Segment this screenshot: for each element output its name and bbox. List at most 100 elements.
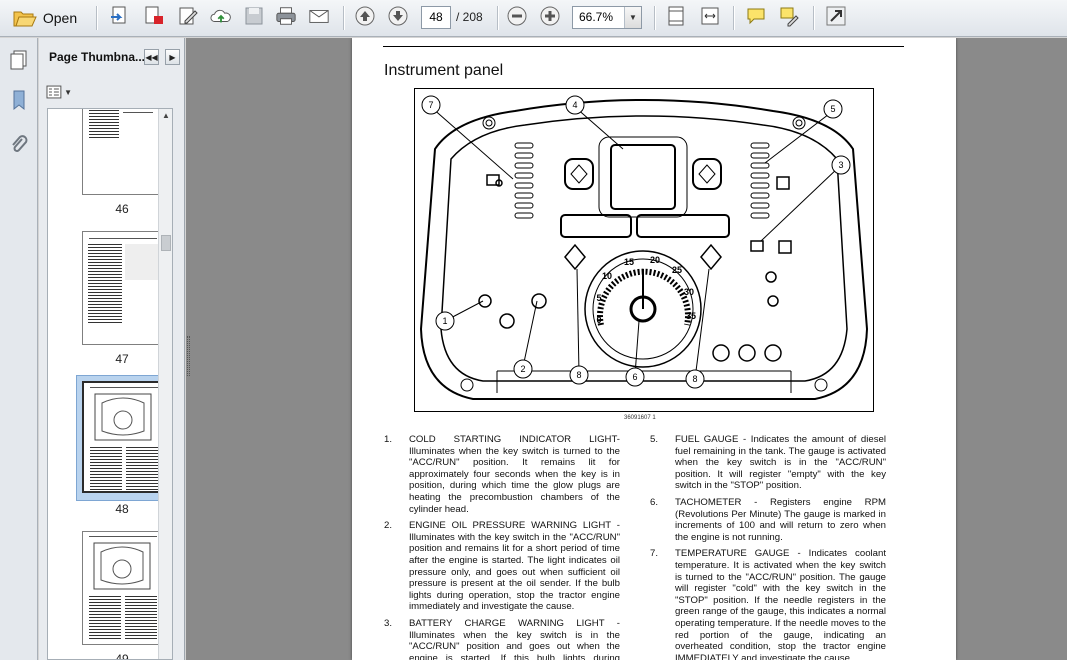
collapse-panel-button[interactable]: ◀◀ [144, 49, 159, 65]
upload-cloud-icon [210, 9, 231, 23]
create-pdf-icon [111, 6, 126, 24]
callout-2: 2 [520, 364, 525, 374]
panel-resize-handle[interactable] [187, 336, 190, 376]
thumbnail-scrollbar[interactable]: ▲ [158, 109, 172, 659]
print-icon [276, 7, 296, 25]
expand-icon [826, 6, 846, 26]
upload-cloud-button[interactable] [210, 5, 232, 27]
navigation-rail [0, 38, 38, 660]
zoom-in-button[interactable] [539, 5, 561, 27]
callout-1: 1 [442, 316, 447, 326]
pdf-viewer-window: Open 48 / 208 66.7% ▼ Page Thumbna... ◀◀… [0, 0, 1067, 660]
fit-width-button[interactable] [699, 5, 721, 27]
thumbnail-label: 48 [115, 502, 129, 516]
callout-8a: 8 [576, 370, 581, 380]
save-button[interactable] [243, 5, 265, 27]
page-number-input[interactable]: 48 [421, 6, 451, 29]
description-item-5: 5. FUEL GAUGE - Indicates the amount of d… [650, 434, 886, 492]
description-item-1: 1. COLD STARTING INDICATOR LIGHT- Illumin… [384, 434, 620, 515]
instrument-panel-figure: 7 4 5 3 1 2 8 6 8 0 5 10 15 20 25 30 35 [414, 88, 874, 412]
export-pdf-button[interactable] [143, 5, 165, 27]
comment-icon [747, 8, 765, 25]
edit-pdf-button[interactable] [177, 5, 199, 27]
pdf-page: Instrument panel 7 4 5 3 1 2 8 6 8 0 5 1… [352, 38, 956, 660]
figure-caption: 36091607 1 [624, 415, 656, 421]
callout-8b: 8 [692, 374, 697, 384]
chevron-down-icon[interactable]: ▼ [624, 7, 641, 28]
gauge-mark-35: 35 [686, 311, 696, 321]
description-item-6: 6. TACHOMETER - Registers engine RPM (Rev… [650, 496, 886, 543]
zoom-value: 66.7% [579, 10, 614, 24]
pages-icon [10, 50, 27, 70]
gauge-mark-5: 5 [596, 293, 601, 303]
thumbnail-page-47[interactable] [82, 231, 162, 345]
zoom-out-button[interactable] [506, 5, 528, 27]
callout-4: 4 [572, 100, 577, 110]
thumbnail-label: 46 [115, 202, 129, 216]
panel-menu-button[interactable]: ▶ [165, 49, 180, 65]
chevron-right-icon: ▶ [169, 52, 176, 62]
gauge-mark-20: 20 [650, 255, 660, 265]
thumbnail-page-49[interactable] [82, 531, 162, 645]
scroll-up-icon[interactable]: ▲ [161, 111, 171, 120]
zoom-select[interactable]: 66.7% ▼ [572, 6, 642, 29]
gauge-mark-0: 0 [596, 315, 601, 325]
edit-pdf-icon [179, 7, 198, 25]
previous-page-button[interactable] [354, 5, 376, 27]
email-button[interactable] [308, 5, 330, 27]
highlight-button[interactable] [778, 5, 800, 27]
header-rule [383, 46, 904, 47]
chevron-down-icon: ▼ [61, 87, 72, 97]
save-icon [245, 7, 263, 25]
callout-3: 3 [838, 160, 843, 170]
thumbnail-list[interactable]: 46 47 48 49 ▲ [47, 108, 173, 660]
fit-page-icon [668, 6, 684, 26]
document-view[interactable]: Instrument panel 7 4 5 3 1 2 8 6 8 0 5 1… [186, 38, 1067, 660]
description-column-left: 1. COLD STARTING INDICATOR LIGHT- Illumin… [384, 434, 620, 660]
double-chevron-left-icon: ◀◀ [145, 52, 158, 62]
instrument-panel-drawing: 7 4 5 3 1 2 8 6 8 0 5 10 15 20 25 30 35 [419, 95, 869, 400]
open-button[interactable]: Open [6, 5, 84, 31]
pages-panel-button[interactable] [7, 48, 31, 72]
description-item-7: 7. TEMPERATURE GAUGE - Indicates coolant … [650, 548, 886, 660]
attachment-icon [12, 135, 28, 152]
page-total-label: / 208 [456, 10, 483, 24]
thumbnail-page-48[interactable] [82, 381, 162, 493]
callout-6: 6 [632, 372, 637, 382]
fit-page-button[interactable] [665, 5, 687, 27]
export-pdf-icon [145, 6, 163, 24]
thumbnail-page-46[interactable] [82, 109, 162, 195]
main-toolbar: Open 48 / 208 66.7% ▼ [0, 0, 1067, 37]
fit-width-icon [701, 7, 719, 25]
thumbnails-panel-title: Page Thumbna... [49, 50, 146, 64]
gauge-mark-25: 25 [672, 265, 682, 275]
bookmark-icon [13, 90, 25, 111]
folder-open-icon [13, 11, 37, 27]
expand-button[interactable] [825, 5, 847, 27]
zoom-out-icon [507, 6, 527, 26]
zoom-in-icon [540, 6, 560, 26]
thumbnail-label: 47 [115, 352, 129, 366]
open-label: Open [42, 10, 78, 26]
callout-7: 7 [428, 100, 433, 110]
create-pdf-button[interactable] [109, 5, 131, 27]
page-heading: Instrument panel [384, 62, 504, 79]
gauge-mark-10: 10 [602, 271, 612, 281]
next-page-button[interactable] [387, 5, 409, 27]
thumbnail-options-button[interactable]: ▼ [46, 84, 72, 100]
gauge-mark-15: 15 [624, 257, 634, 267]
email-icon [309, 10, 329, 23]
thumbnail-dashboard-drawing [93, 542, 151, 590]
description-item-2: 2. ENGINE OIL PRESSURE WARNING LIGHT - Il… [384, 520, 620, 613]
comment-button[interactable] [745, 5, 767, 27]
callout-5: 5 [830, 104, 835, 114]
bookmarks-button[interactable] [7, 88, 31, 112]
page-thumbnails-panel: Page Thumbna... ◀◀ ▶ ▼ 46 47 48 49 ▲ [39, 38, 185, 660]
gauge-mark-30: 30 [684, 287, 694, 297]
description-item-3: 3. BATTERY CHARGE WARNING LIGHT - Illumin… [384, 617, 620, 660]
description-column-right: 5. FUEL GAUGE - Indicates the amount of d… [650, 434, 886, 660]
scrollbar-thumb[interactable] [161, 235, 171, 251]
highlight-icon [780, 7, 799, 27]
print-button[interactable] [275, 5, 297, 27]
attachments-button[interactable] [7, 133, 31, 157]
